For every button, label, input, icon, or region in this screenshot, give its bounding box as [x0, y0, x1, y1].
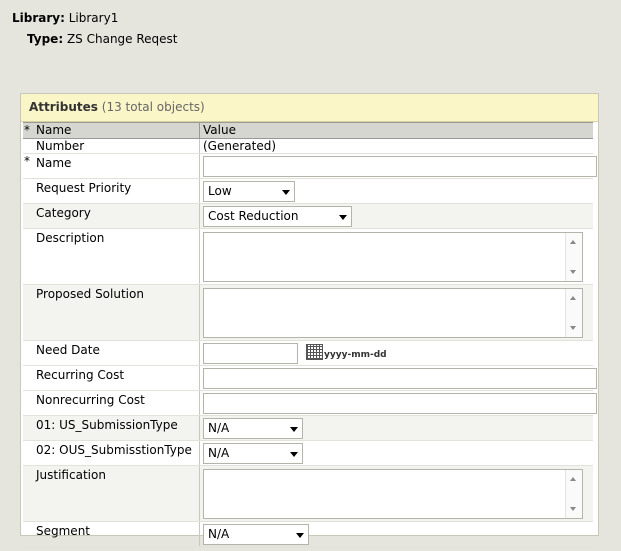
segment-select[interactable]: N/A	[203, 524, 309, 545]
table-header-row: * Name Value	[23, 122, 593, 139]
chevron-down-icon	[290, 452, 298, 457]
request-priority-select[interactable]: Low	[203, 181, 295, 202]
category-label: Category	[31, 203, 200, 229]
row-description: Description	[23, 228, 593, 285]
scroll-up-icon[interactable]	[570, 240, 576, 244]
ous-submission-type-select[interactable]: N/A	[203, 443, 303, 464]
us-submission-type-value: N/A	[208, 421, 230, 435]
us-submission-type-select[interactable]: N/A	[203, 418, 303, 439]
row-request-priority: Request Priority Low	[23, 178, 593, 204]
segment-label: Segment	[31, 521, 200, 547]
attributes-panel: Attributes (13 total objects) * Name Val…	[20, 93, 599, 547]
need-date-label: Need Date	[31, 340, 200, 366]
library-value: Library1	[68, 11, 119, 25]
justification-label: Justification	[31, 465, 200, 522]
required-marker: *	[23, 153, 31, 179]
chevron-down-icon	[282, 190, 290, 195]
nonrecurring-cost-input[interactable]	[203, 393, 597, 414]
row-segment: Segment N/A	[23, 521, 593, 547]
recurring-cost-input[interactable]	[203, 368, 597, 389]
category-select[interactable]: Cost Reduction	[203, 206, 352, 227]
number-label: Number	[31, 138, 200, 154]
row-need-date: Need Date yyyy-mm-dd	[23, 340, 593, 366]
attributes-panel-title: Attributes (13 total objects)	[21, 94, 598, 122]
category-value: Cost Reduction	[208, 209, 299, 223]
row-us-submission-type: 01: US_SubmissionType N/A	[23, 415, 593, 441]
type-info: Type: ZS Change Reqest	[27, 32, 178, 46]
value-column-header: Value	[199, 122, 593, 139]
ous-submission-type-label: 02: OUS_SubmisstionType	[31, 440, 200, 466]
proposed-solution-textarea[interactable]	[203, 288, 583, 338]
us-submission-type-label: 01: US_SubmissionType	[31, 415, 200, 441]
row-number: Number (Generated)	[23, 138, 593, 154]
chevron-down-icon	[290, 427, 298, 432]
row-proposed-solution: Proposed Solution	[23, 284, 593, 341]
scroll-down-icon[interactable]	[570, 507, 576, 511]
attributes-title: Attributes	[29, 100, 98, 114]
description-textarea[interactable]	[203, 232, 583, 282]
required-column-header: *	[23, 122, 31, 139]
row-recurring-cost: Recurring Cost	[23, 365, 597, 391]
row-justification: Justification	[23, 465, 593, 522]
description-label: Description	[31, 228, 200, 285]
library-label: Library:	[12, 11, 65, 25]
need-date-input[interactable]	[203, 343, 298, 364]
request-priority-label: Request Priority	[31, 178, 200, 204]
scrollbar[interactable]	[565, 470, 582, 518]
scroll-up-icon[interactable]	[570, 477, 576, 481]
row-name: * Name	[23, 153, 597, 179]
recurring-cost-label: Recurring Cost	[31, 365, 200, 391]
nonrecurring-cost-label: Nonrecurring Cost	[31, 390, 200, 416]
request-priority-value: Low	[208, 184, 232, 198]
chevron-down-icon	[339, 215, 347, 220]
row-nonrecurring-cost: Nonrecurring Cost	[23, 390, 597, 416]
row-ous-submission-type: 02: OUS_SubmisstionType N/A	[23, 440, 593, 466]
scrollbar[interactable]	[565, 233, 582, 281]
name-column-header: Name	[31, 122, 200, 139]
segment-value: N/A	[208, 527, 230, 541]
scroll-down-icon[interactable]	[570, 326, 576, 330]
type-value: ZS Change Reqest	[66, 32, 178, 46]
scroll-up-icon[interactable]	[570, 296, 576, 300]
number-value: (Generated)	[199, 138, 593, 154]
scrollbar[interactable]	[565, 289, 582, 337]
chevron-down-icon	[296, 533, 304, 538]
library-info: Library: Library1	[12, 11, 118, 25]
ous-submission-type-value: N/A	[208, 446, 230, 460]
type-label: Type:	[27, 32, 64, 46]
object-count: (13 total objects)	[101, 100, 205, 114]
attributes-table: * Name Value Number (Generated) * Name R…	[23, 122, 597, 547]
date-format-hint: yyyy-mm-dd	[324, 350, 387, 360]
row-category: Category Cost Reduction	[23, 203, 593, 229]
calendar-icon[interactable]	[306, 344, 323, 360]
proposed-solution-label: Proposed Solution	[31, 284, 200, 341]
name-input[interactable]	[203, 156, 597, 177]
justification-textarea[interactable]	[203, 469, 583, 519]
scroll-down-icon[interactable]	[570, 270, 576, 274]
name-label: Name	[31, 153, 200, 179]
